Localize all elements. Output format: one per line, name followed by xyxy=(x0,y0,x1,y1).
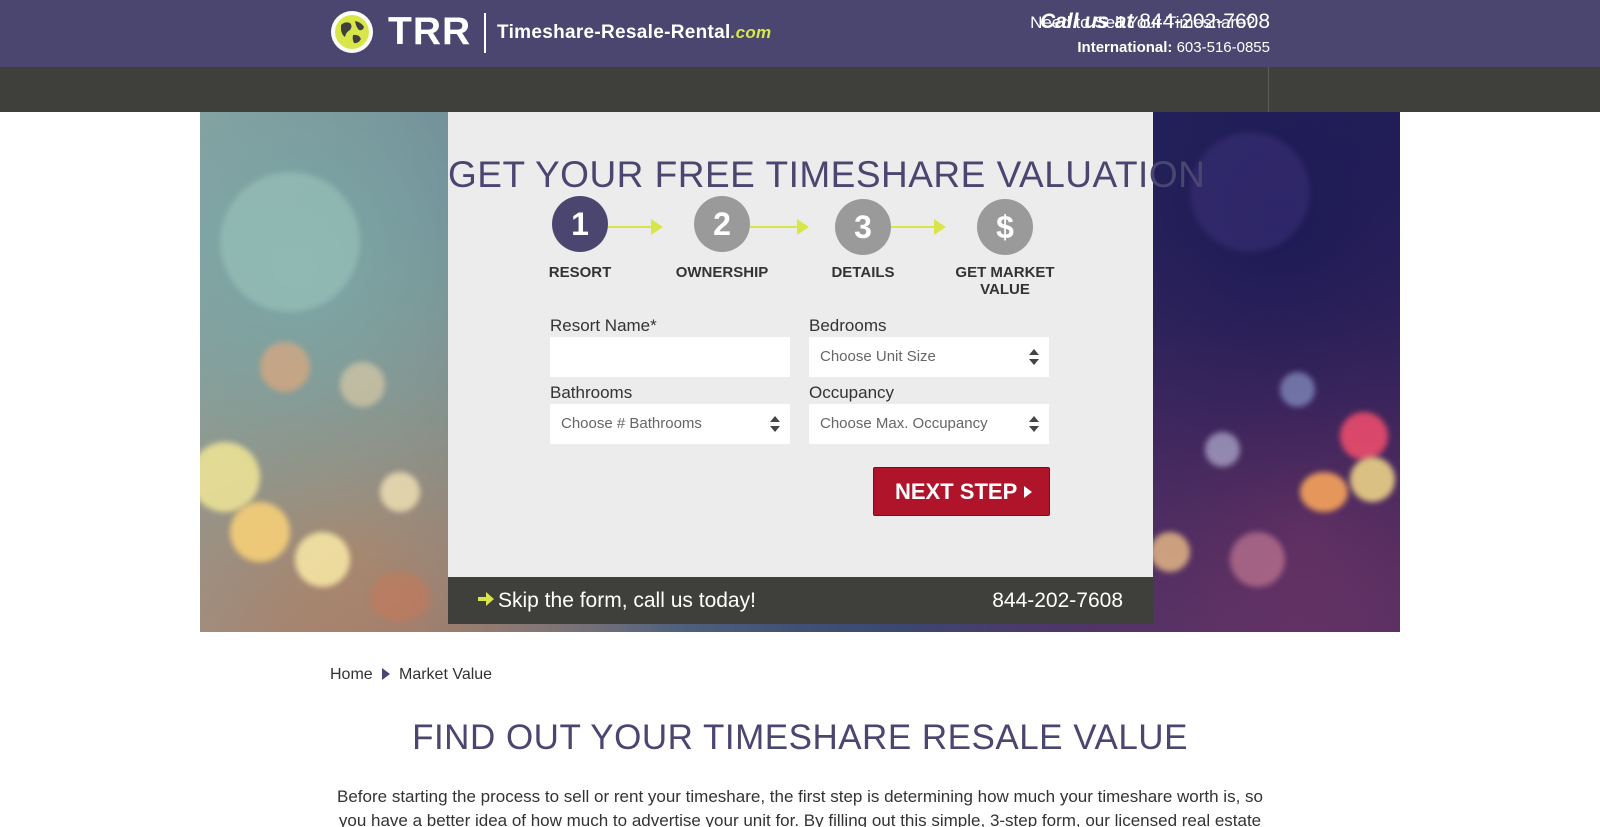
skip-phone-link[interactable]: 844-202-7608 xyxy=(992,588,1123,614)
next-step-button[interactable]: NEXT STEP xyxy=(873,467,1050,516)
breadcrumb-current: Market Value xyxy=(399,666,493,683)
bathrooms-select[interactable]: Choose # Bathrooms xyxy=(550,404,790,444)
intro-paragraph: Before starting the process to sell or r… xyxy=(337,787,1263,827)
bokeh-light xyxy=(220,172,360,312)
globe-icon[interactable] xyxy=(331,11,373,53)
step-connector xyxy=(750,226,802,228)
bokeh-light xyxy=(380,472,420,512)
bokeh-light xyxy=(1230,532,1285,587)
bokeh-light xyxy=(230,502,290,562)
bokeh-light xyxy=(1190,132,1310,252)
occupancy-select-value: Choose Max. Occupancy xyxy=(820,415,988,432)
form-title: GET YOUR FREE TIMESHARE VALUATION xyxy=(448,154,1206,195)
bokeh-light xyxy=(200,442,260,512)
resort-name-label: Resort Name* xyxy=(550,316,657,335)
step-arrow-icon xyxy=(651,219,663,235)
logo-domain-main: Timeshare-Resale-Rental xyxy=(497,22,731,43)
occupancy-select[interactable]: Choose Max. Occupancy xyxy=(809,404,1049,444)
international-line: International: 603-516-0855 xyxy=(1077,38,1270,58)
step-2-label: OWNERSHIP xyxy=(675,264,769,281)
intl-label: International: xyxy=(1077,39,1173,56)
page-heading: FIND OUT YOUR TIMESHARE RESALE VALUE xyxy=(412,718,1188,757)
bokeh-light xyxy=(1340,412,1388,460)
skip-form-text: Skip the form, call us today! xyxy=(498,589,756,612)
bathrooms-select-value: Choose # Bathrooms xyxy=(561,415,702,432)
logo-domain-suffix: .com xyxy=(730,23,772,42)
step-4-circle: $ xyxy=(977,199,1033,255)
arrow-right-icon xyxy=(478,592,494,606)
bokeh-light xyxy=(1205,432,1240,467)
step-3-circle: 3 xyxy=(835,199,891,255)
bedrooms-select-value: Choose Unit Size xyxy=(820,348,936,365)
step-4-label: GET MARKET VALUE xyxy=(955,264,1055,298)
site-header xyxy=(0,0,1600,67)
sort-arrows-icon xyxy=(1029,416,1039,432)
sort-arrows-icon xyxy=(770,416,780,432)
step-2-circle: 2 xyxy=(694,196,750,252)
step-arrow-icon xyxy=(797,219,809,235)
logo-text[interactable]: TRR xyxy=(388,9,471,55)
caret-right-icon xyxy=(1024,486,1032,498)
nav-divider xyxy=(1268,67,1269,112)
bokeh-light xyxy=(340,362,385,407)
nav-sell-link[interactable]: Need to Sell Your Timeshare? xyxy=(1030,12,1255,34)
bathrooms-label: Bathrooms xyxy=(550,383,633,402)
step-1-circle: 1 xyxy=(552,196,608,252)
step-1-label: RESORT xyxy=(548,264,612,281)
globe-icon-graphic xyxy=(331,11,373,53)
bokeh-light xyxy=(1350,457,1395,502)
intl-phone-link[interactable]: 603-516-0855 xyxy=(1177,39,1270,56)
bokeh-light xyxy=(260,342,310,392)
bedrooms-select[interactable]: Choose Unit Size xyxy=(809,337,1049,377)
nav-bar xyxy=(0,67,1600,112)
bokeh-light xyxy=(1300,472,1348,512)
logo-divider xyxy=(484,13,486,53)
bokeh-light xyxy=(1280,372,1315,407)
occupancy-label: Occupancy xyxy=(809,383,895,402)
caret-right-icon xyxy=(382,668,390,680)
sort-arrows-icon xyxy=(1029,349,1039,365)
bedrooms-label: Bedrooms xyxy=(809,316,887,335)
bokeh-light xyxy=(370,572,430,622)
breadcrumb-home[interactable]: Home xyxy=(330,665,373,685)
resort-name-input[interactable] xyxy=(550,337,790,377)
logo-domain[interactable]: Timeshare-Resale-Rental.com xyxy=(497,20,771,46)
step-arrow-icon xyxy=(934,219,946,235)
bokeh-light xyxy=(295,532,350,587)
next-step-label: NEXT STEP xyxy=(895,479,1018,504)
step-3-label: DETAILS xyxy=(831,264,895,281)
bokeh-light xyxy=(1150,532,1190,572)
